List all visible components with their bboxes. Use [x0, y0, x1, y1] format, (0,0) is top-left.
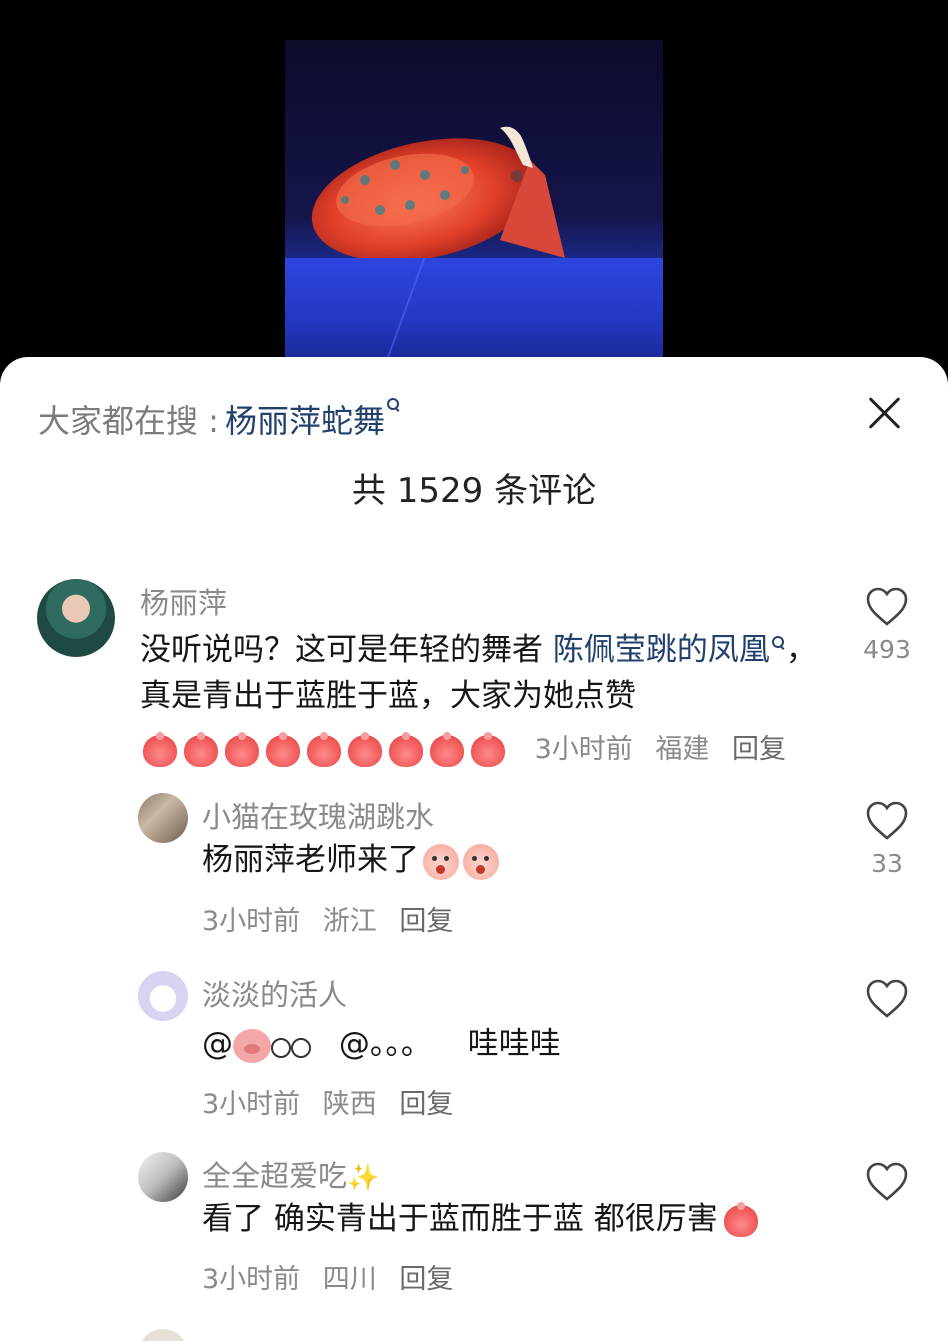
- comment-username[interactable]: 淡淡的活人: [202, 972, 347, 1014]
- pig-emoji: [233, 1028, 271, 1063]
- mention-text[interactable]: @。。。: [339, 1026, 432, 1062]
- peach-emoji: [307, 731, 341, 767]
- search-icon: [771, 636, 786, 650]
- avatar[interactable]: [138, 1329, 188, 1341]
- like-control[interactable]: 33: [857, 801, 917, 878]
- peach-emoji: [723, 1201, 758, 1237]
- avatar[interactable]: [138, 793, 188, 843]
- like-count: 33: [871, 849, 903, 878]
- comment-sheet: 大家都在搜 : 杨丽萍蛇舞 共 1529 条评论 杨丽萍 没听说吗？这可是年轻的…: [0, 357, 948, 1341]
- heart-icon[interactable]: [865, 587, 909, 627]
- mention-text[interactable]: @: [202, 1026, 233, 1062]
- avatar[interactable]: [138, 1152, 188, 1202]
- trending-search-bar[interactable]: 大家都在搜 : 杨丽萍蛇舞: [38, 397, 401, 441]
- comment-time: 3小时前: [202, 906, 301, 937]
- peach-emoji: [184, 731, 218, 767]
- peach-emoji: [389, 731, 423, 767]
- like-control[interactable]: [857, 979, 917, 1019]
- peach-emoji: [348, 731, 382, 767]
- comment-time: 3小时前: [202, 1089, 301, 1120]
- comment-meta: 3小时前 福建 回复: [143, 727, 800, 767]
- username-text: 全全超爱吃: [202, 1159, 348, 1193]
- heart-icon[interactable]: [865, 801, 909, 841]
- comment-text-plain: 杨丽萍老师来了: [202, 842, 419, 878]
- comment-location: 陕西: [322, 1089, 377, 1120]
- heart-icon[interactable]: [865, 979, 909, 1019]
- reply-button[interactable]: 回复: [399, 1264, 453, 1295]
- reply-button[interactable]: 回复: [399, 1089, 453, 1120]
- comment-meta: 3小时前 陕西 回复: [202, 1082, 467, 1121]
- like-control[interactable]: [857, 1162, 917, 1202]
- reply-button[interactable]: 回复: [399, 906, 453, 937]
- comment-meta: 3小时前 浙江 回复: [202, 899, 467, 938]
- like-control[interactable]: 493: [857, 587, 917, 664]
- comment-search-link[interactable]: 陈佩莹跳的凤凰: [553, 632, 770, 668]
- comment-meta: 3小时前 四川 回复: [202, 1257, 467, 1296]
- comment-count-title: 共 1529 条评论: [351, 471, 597, 511]
- comment-text: 没听说吗？这可是年轻的舞者 陈佩莹跳的凤凰 ，真是青出于蓝胜于蓝，大家为她点赞: [140, 627, 820, 719]
- close-icon[interactable]: [866, 393, 904, 431]
- reply-button[interactable]: 回复: [732, 734, 786, 765]
- comment-username[interactable]: 全全超爱吃✨: [202, 1153, 379, 1195]
- search-prefix-label: 大家都在搜 :: [38, 402, 219, 440]
- sparkle-emoji: ✨: [347, 1163, 380, 1193]
- avatar[interactable]: [37, 579, 115, 657]
- comment-location: 福建: [655, 734, 710, 765]
- peach-emoji: [471, 731, 505, 767]
- comment-text: 杨丽萍老师来了: [202, 837, 822, 883]
- comment-text-plain: 没听说吗？这可是年轻的舞者: [140, 632, 553, 668]
- peach-emoji: [143, 731, 177, 767]
- heart-icon[interactable]: [865, 1162, 909, 1202]
- comment-time: 3小时前: [534, 734, 633, 765]
- shocked-face-emoji: [463, 843, 499, 880]
- avatar[interactable]: [138, 971, 188, 1021]
- search-icon: [386, 398, 401, 412]
- comment-time: 3小时前: [202, 1264, 301, 1295]
- eyes-emoji: [271, 1036, 311, 1058]
- peach-emoji: [266, 731, 300, 767]
- peach-emoji-row: [143, 731, 521, 767]
- stage-floor: [285, 258, 663, 358]
- comment-username[interactable]: 杨丽萍: [140, 580, 227, 622]
- peach-emoji: [430, 731, 464, 767]
- comment-location: 四川: [322, 1264, 377, 1295]
- comment-location: 浙江: [322, 906, 377, 937]
- comment-text: @ @。。。 哇哇哇: [202, 1021, 822, 1067]
- video-player[interactable]: [0, 0, 948, 370]
- like-count: 493: [863, 635, 911, 664]
- comment-username[interactable]: 小猫在玫瑰湖跳水: [202, 794, 434, 836]
- peach-emoji: [225, 731, 259, 767]
- comment-text-plain: 看了 确实青出于蓝而胜于蓝 都很厉害: [202, 1201, 718, 1237]
- shocked-face-emoji: [423, 843, 459, 880]
- comment-text-plain: 哇哇哇: [467, 1026, 561, 1062]
- video-thumbnail: [285, 40, 663, 358]
- comment-text: 看了 确实青出于蓝而胜于蓝 都很厉害: [202, 1196, 842, 1242]
- search-term-link[interactable]: 杨丽萍蛇舞: [225, 396, 385, 442]
